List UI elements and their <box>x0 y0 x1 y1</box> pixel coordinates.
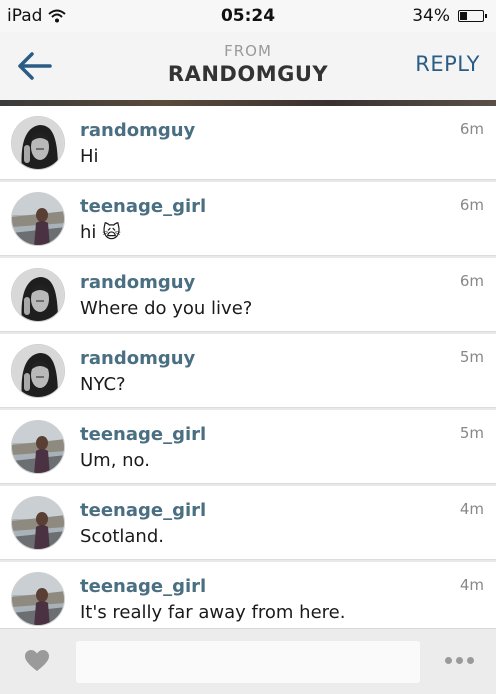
message-timestamp: 6m <box>459 272 484 290</box>
avatar[interactable] <box>11 572 65 626</box>
message-username[interactable]: teenage_girl <box>80 196 206 217</box>
message-text: Where do you live? <box>80 298 253 319</box>
message-timestamp: 6m <box>459 120 484 138</box>
reply-button[interactable]: REPLY <box>415 52 480 76</box>
avatar[interactable] <box>11 116 65 170</box>
like-button[interactable] <box>24 649 50 673</box>
status-bar: iPad 05:24 34% <box>0 0 496 32</box>
battery-fill <box>460 12 467 20</box>
message-text: Scotland. <box>80 526 164 547</box>
message-timestamp: 5m <box>459 348 484 366</box>
message-username[interactable]: randomguy <box>80 272 195 293</box>
message-row[interactable]: teenage_girlhi 🙀 6m <box>0 182 496 256</box>
conversation-header: FROM RANDOMGUY REPLY <box>0 32 496 100</box>
message-text: Hi <box>80 146 99 167</box>
avatar[interactable] <box>11 344 65 398</box>
more-options-button[interactable] <box>445 657 474 664</box>
message-text: It's really far away from here. <box>80 602 346 623</box>
message-timestamp: 6m <box>459 196 484 214</box>
message-list[interactable]: randomguy Hi 6m teenage_girl hi 🙀 6m randomguy… <box>0 106 496 628</box>
message-username[interactable]: teenage_girl <box>80 500 206 521</box>
message-row[interactable]: randomguy Where do you live? 6m <box>0 258 496 332</box>
status-right: 34% <box>412 6 487 26</box>
avatar[interactable] <box>11 420 65 474</box>
message-timestamp: 5m <box>459 424 484 442</box>
avatar[interactable] <box>11 496 65 550</box>
composer-bar <box>0 628 496 694</box>
message-username[interactable]: randomguy <box>80 120 195 141</box>
battery-percentage: 34% <box>412 6 450 26</box>
message-text: NYC? <box>80 374 126 395</box>
message-text: hi 🙀 <box>80 222 121 243</box>
message-username[interactable]: teenage_girl <box>80 576 206 597</box>
battery-icon <box>458 10 487 22</box>
more-dots-icon <box>445 657 452 664</box>
message-row[interactable]: teenage_girl Scotland. 4m <box>0 486 496 560</box>
heart-icon <box>25 650 49 671</box>
avatar[interactable] <box>11 268 65 322</box>
message-timestamp: 4m <box>459 500 484 518</box>
message-row[interactable]: teenage_girl It's really far away from he… <box>0 562 496 628</box>
message-timestamp: 4m <box>459 576 484 594</box>
message-username[interactable]: randomguy <box>80 348 195 369</box>
message-input[interactable] <box>76 641 420 683</box>
message-row[interactable]: randomguy Hi 6m <box>0 106 496 180</box>
message-username[interactable]: teenage_girl <box>80 424 206 445</box>
message-row[interactable]: randomguy NYC? 5m <box>0 334 496 408</box>
message-row[interactable]: teenage_girl Um, no. 5m <box>0 410 496 484</box>
avatar[interactable] <box>11 192 65 246</box>
message-text: Um, no. <box>80 450 150 471</box>
